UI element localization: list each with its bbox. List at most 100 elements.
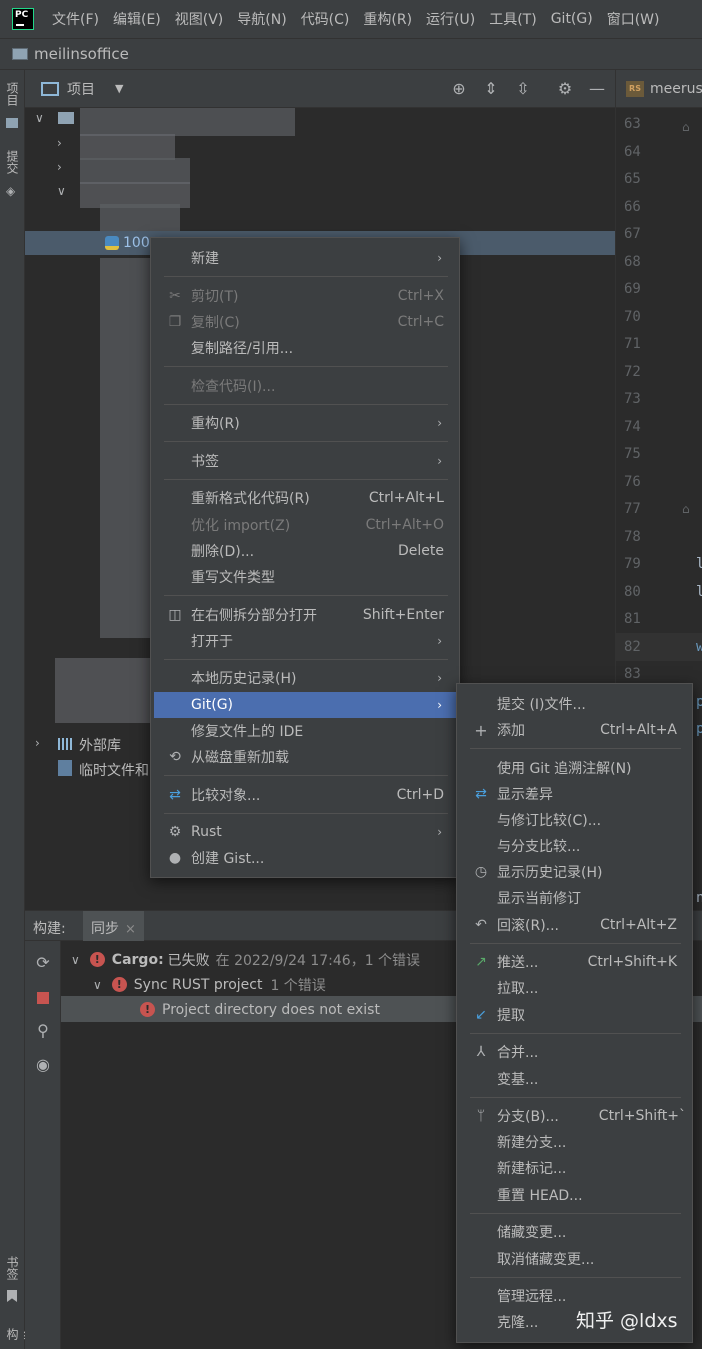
git-item-new-branch[interactable]: 新建分支... bbox=[460, 1129, 689, 1155]
menu-refactor[interactable]: 重构(R) bbox=[363, 9, 412, 29]
chevron-right-icon[interactable]: › bbox=[57, 160, 62, 174]
menu-item-open-split[interactable]: ◫ 在右侧拆分部分打开 Shift+Enter bbox=[154, 602, 456, 628]
menu-item-local-history[interactable]: 本地历史记录(H) › bbox=[154, 665, 456, 691]
menu-item-shortcut: Delete bbox=[398, 543, 444, 559]
external-libraries-label[interactable]: 外部库 bbox=[79, 735, 121, 755]
menu-item-label: 复制(C) bbox=[191, 315, 240, 331]
code-text: l bbox=[696, 584, 702, 600]
pin-icon[interactable]: ⚲ bbox=[33, 1021, 53, 1041]
git-item-pull[interactable]: 拉取... bbox=[460, 975, 689, 1001]
chevron-right-icon[interactable]: › bbox=[57, 136, 62, 150]
git-item-show-history[interactable]: ◷ 显示历史记录(H) bbox=[460, 859, 689, 885]
menu-item-optimize-imports[interactable]: 优化 import(Z) Ctrl+Alt+O bbox=[154, 512, 456, 538]
menu-edit[interactable]: 编辑(E) bbox=[113, 9, 161, 29]
menu-item-open-in[interactable]: 打开于 › bbox=[154, 628, 456, 654]
git-item-compare-revision[interactable]: 与修订比较(C)... bbox=[460, 807, 689, 833]
fold-icon[interactable]: ⌂ bbox=[682, 502, 690, 516]
menu-item-override-file-type[interactable]: 重写文件类型 bbox=[154, 564, 456, 590]
sync-icon[interactable]: ⟳ bbox=[33, 953, 53, 973]
chevron-down-icon[interactable]: ∨ bbox=[93, 978, 102, 992]
eye-icon[interactable]: ◉ bbox=[33, 1055, 53, 1075]
editor-tab[interactable]: RS meerus bbox=[616, 70, 702, 108]
menu-item-shortcut: Ctrl+Shift+K bbox=[587, 954, 677, 970]
build-row-error[interactable]: ! Project directory does not exist bbox=[140, 997, 380, 1022]
editor-tab-label[interactable]: meerus bbox=[650, 81, 702, 97]
chevron-right-icon: › bbox=[437, 671, 442, 685]
git-item-merge[interactable]: ⅄ 合并... bbox=[460, 1039, 689, 1065]
menu-item-shortcut: Ctrl+Alt+Z bbox=[600, 917, 677, 933]
git-item-branches[interactable]: ᛘ 分支(B)... Ctrl+Shift+` bbox=[460, 1103, 689, 1129]
chevron-right-icon: › bbox=[437, 416, 442, 430]
git-item-push[interactable]: ↗ 推送... Ctrl+Shift+K bbox=[460, 949, 689, 975]
sync-project-label: Sync RUST project bbox=[133, 976, 263, 993]
menu-item-compare-with[interactable]: ⇄ 比较对象... Ctrl+D bbox=[154, 782, 456, 808]
stop-icon[interactable] bbox=[37, 992, 49, 1004]
menu-item-copy[interactable]: ❐ 复制(C) Ctrl+C bbox=[154, 309, 456, 335]
menu-code[interactable]: 代码(C) bbox=[301, 9, 350, 29]
menu-item-refactor[interactable]: 重构(R) › bbox=[154, 410, 456, 436]
tool-tab-bookmarks[interactable]: 书签 bbox=[4, 1256, 21, 1280]
menu-item-label: 使用 Git 追溯注解(N) bbox=[497, 761, 632, 777]
git-item-new-tag[interactable]: 新建标记... bbox=[460, 1155, 689, 1181]
git-item-stash[interactable]: 储藏变更... bbox=[460, 1219, 689, 1245]
git-item-fetch[interactable]: ↙ 提取 bbox=[460, 1002, 689, 1028]
menu-item-copy-path[interactable]: 复制路径/引用... bbox=[154, 335, 456, 361]
menu-navigate[interactable]: 导航(N) bbox=[237, 9, 286, 29]
menu-item-cut[interactable]: ✂ 剪切(T) Ctrl+X bbox=[154, 283, 456, 309]
git-item-unstash[interactable]: 取消储藏变更... bbox=[460, 1246, 689, 1272]
menu-window[interactable]: 窗口(W) bbox=[607, 9, 660, 29]
menu-item-bookmarks[interactable]: 书签 › bbox=[154, 448, 456, 474]
menu-item-create-gist[interactable]: ● 创建 Gist... bbox=[154, 845, 456, 871]
error-icon: ! bbox=[111, 977, 127, 992]
tab-sync[interactable]: 同步 × bbox=[83, 911, 144, 941]
scissors-icon: ✂ bbox=[169, 288, 181, 304]
hide-icon[interactable]: — bbox=[587, 79, 607, 99]
chevron-down-icon[interactable]: ∨ bbox=[71, 953, 80, 967]
menu-item-new[interactable]: 新建 › bbox=[154, 245, 456, 271]
menu-item-label: 显示历史记录(H) bbox=[497, 865, 603, 881]
git-item-annotate[interactable]: 使用 Git 追溯注解(N) bbox=[460, 755, 689, 781]
collapse-all-icon[interactable]: ⇳ bbox=[513, 79, 533, 99]
git-item-compare-branch[interactable]: 与分支比较... bbox=[460, 833, 689, 859]
menu-item-shortcut: Ctrl+Alt+L bbox=[368, 490, 444, 506]
menu-git[interactable]: Git(G) bbox=[551, 11, 593, 27]
menu-run[interactable]: 运行(U) bbox=[426, 9, 475, 29]
chevron-down-icon[interactable]: ▼ bbox=[115, 82, 123, 95]
line-number: 82 bbox=[624, 639, 641, 655]
chevron-right-icon[interactable]: › bbox=[35, 736, 40, 750]
locate-icon[interactable]: ⊕ bbox=[449, 79, 469, 99]
menu-tools[interactable]: 工具(T) bbox=[489, 9, 536, 29]
project-name[interactable]: meilinsoffice bbox=[34, 45, 129, 63]
menu-item-reformat[interactable]: 重新格式化代码(R) Ctrl+Alt+L bbox=[154, 485, 456, 511]
expand-all-icon[interactable]: ⇕ bbox=[481, 79, 501, 99]
menu-item-reload-from-disk[interactable]: ⟲ 从磁盘重新加载 bbox=[154, 744, 456, 770]
git-item-show-current-revision[interactable]: 显示当前修订 bbox=[460, 885, 689, 911]
project-view-label[interactable]: 项目 bbox=[67, 79, 95, 99]
menu-item-git[interactable]: Git(G) › bbox=[154, 692, 456, 718]
menu-item-repair-ide[interactable]: 修复文件上的 IDE bbox=[154, 718, 456, 744]
git-item-show-diff[interactable]: ⇄ 显示差异 bbox=[460, 781, 689, 807]
tool-tab-commit[interactable]: 提交 bbox=[4, 150, 21, 174]
git-item-commit[interactable]: 提交 (I)文件... bbox=[460, 691, 689, 717]
chevron-down-icon[interactable]: ∨ bbox=[35, 111, 44, 125]
build-row-cargo[interactable]: ∨ ! Cargo: 已失败 在 2022/9/24 17:46，1 个错误 bbox=[71, 947, 420, 972]
close-icon[interactable]: × bbox=[125, 922, 136, 937]
tool-tab-project[interactable]: 项目 bbox=[4, 82, 21, 106]
git-item-add[interactable]: + 添加 Ctrl+Alt+A bbox=[460, 717, 689, 743]
menu-file[interactable]: 文件(F) bbox=[52, 9, 99, 29]
line-number: 78 bbox=[624, 529, 641, 545]
git-item-rebase[interactable]: 变基... bbox=[460, 1066, 689, 1092]
gear-icon[interactable]: ⚙ bbox=[555, 79, 575, 99]
menu-item-rust[interactable]: ⚙ Rust › bbox=[154, 819, 456, 845]
menu-view[interactable]: 视图(V) bbox=[175, 9, 224, 29]
git-item-reset-head[interactable]: 重置 HEAD... bbox=[460, 1182, 689, 1208]
build-row-sync[interactable]: ∨ ! Sync RUST project 1 个错误 bbox=[93, 972, 326, 997]
selected-file-name[interactable]: 100 bbox=[123, 235, 150, 251]
chevron-down-icon[interactable]: ∨ bbox=[57, 184, 66, 198]
menu-item-delete[interactable]: 删除(D)... Delete bbox=[154, 538, 456, 564]
fold-icon[interactable]: ⌂ bbox=[682, 120, 690, 134]
menu-item-inspect-code[interactable]: 检查代码(I)... bbox=[154, 373, 456, 399]
scratches-label[interactable]: 临时文件和 bbox=[79, 760, 149, 780]
library-icon bbox=[58, 738, 74, 750]
git-item-rollback[interactable]: ↶ 回滚(R)... Ctrl+Alt+Z bbox=[460, 912, 689, 938]
